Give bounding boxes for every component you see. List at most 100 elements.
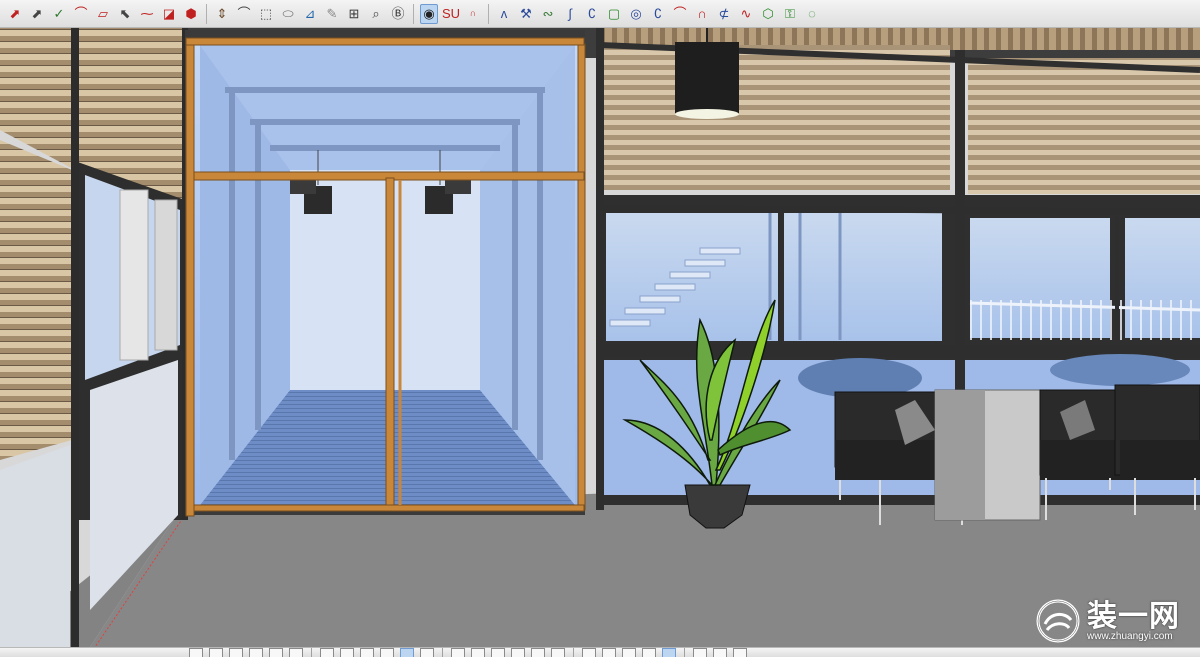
bottom-tool-1-button[interactable] bbox=[189, 648, 203, 657]
eraser-tool-button[interactable]: ⬢ bbox=[182, 4, 200, 24]
bottom-tool-22-button[interactable] bbox=[642, 648, 656, 657]
wrench-tool-button[interactable]: ⬡ bbox=[759, 4, 777, 24]
bottom-tool-19-button[interactable] bbox=[582, 648, 596, 657]
toolbar-separator bbox=[413, 3, 414, 24]
select-tool-icon: ⬈ bbox=[9, 6, 21, 21]
bottom-tool-14-button[interactable] bbox=[471, 648, 485, 657]
spline-tool-icon: ∾ bbox=[542, 6, 554, 21]
text-tool-icon: ◉ bbox=[423, 6, 435, 21]
outdoor-sofa-2 bbox=[1050, 354, 1190, 386]
lasso-tool-button[interactable]: ⚿ bbox=[781, 4, 799, 24]
freehand-tool-button[interactable]: ✓ bbox=[50, 4, 68, 24]
protractor-tool-icon: Ⓑ bbox=[391, 6, 405, 21]
zigzag-tool-icon: ⊄ bbox=[718, 6, 730, 21]
follow-me-tool-button[interactable]: ⬚ bbox=[257, 4, 275, 24]
ellipse-tool-button[interactable]: ◎ bbox=[627, 4, 645, 24]
paint-bucket-tool-button[interactable]: ⇕ bbox=[213, 4, 231, 24]
bottom-tool-11-button[interactable] bbox=[400, 648, 414, 657]
offset-tool-icon: ⬭ bbox=[282, 6, 294, 21]
offset-tool-button[interactable]: ⬭ bbox=[279, 4, 297, 24]
triangle-tool-button[interactable]: ◌ bbox=[803, 4, 821, 24]
watermark-logo-icon bbox=[1036, 599, 1080, 643]
lasso-tool-icon: ⚿ bbox=[785, 6, 795, 21]
rectangle-tool-button[interactable]: ▱ bbox=[94, 4, 112, 24]
text-tool-button[interactable]: ◉ bbox=[420, 3, 438, 24]
tape-measure-tool-button[interactable]: ⌕ bbox=[367, 4, 385, 24]
polyline-tool-icon: ⚒ bbox=[520, 6, 532, 21]
bottom-tool-13-button[interactable] bbox=[451, 648, 465, 657]
rotate-tool-icon: ✎ bbox=[326, 6, 338, 21]
triangle-tool-icon: ◌ bbox=[808, 6, 816, 21]
bezier-curve-tool-button[interactable]: ᴧ bbox=[495, 4, 513, 24]
bottom-tool-18-button[interactable] bbox=[551, 648, 565, 657]
sketchup-logo-tool-button[interactable]: SU bbox=[442, 4, 460, 24]
arc-4-tool-button[interactable]: ∩ bbox=[693, 4, 711, 24]
bottom-tool-7-button[interactable] bbox=[320, 648, 334, 657]
bottom-tool-3-button[interactable] bbox=[229, 648, 243, 657]
bottom-tool-16-button[interactable] bbox=[511, 648, 525, 657]
bottom-tool-8-button[interactable] bbox=[340, 648, 354, 657]
bottom-tool-24-button[interactable] bbox=[693, 648, 707, 657]
arc-curve-tool-button[interactable]: ∫ bbox=[561, 4, 579, 24]
su-plugin-tool-button[interactable]: ∩ bbox=[464, 4, 482, 24]
arc-3-tool-icon: ⌒ bbox=[673, 6, 687, 21]
toolbar-separator bbox=[573, 648, 574, 657]
toolbar-separator bbox=[311, 648, 312, 657]
left-curtain-1 bbox=[119, 189, 149, 361]
move-tool-button[interactable]: ⊿ bbox=[301, 4, 319, 24]
arc-tool-button[interactable]: ⌒ bbox=[72, 4, 90, 24]
bottom-tool-5-button[interactable] bbox=[269, 648, 283, 657]
toolbar-separator bbox=[442, 648, 443, 657]
protractor-tool-button[interactable]: Ⓑ bbox=[389, 4, 407, 24]
bottom-tool-2-button[interactable] bbox=[209, 648, 223, 657]
spline-tool-button[interactable]: ∾ bbox=[539, 4, 557, 24]
side-table bbox=[934, 389, 1041, 521]
bottom-tool-10-button[interactable] bbox=[380, 648, 394, 657]
arc-curve-tool-icon: ∫ bbox=[568, 6, 572, 21]
watermark-url: www.zhuangyi.com bbox=[1087, 630, 1173, 642]
scale-tool-icon: ⊞ bbox=[348, 6, 360, 21]
bottom-tool-17-button[interactable] bbox=[531, 648, 545, 657]
main-toolbar: ⬈ ⬈ ✓ ⌒ ▱ ⬉ ⁓ ◪ ⬢ ⇕ ⌒ ⬚ ⬭ ⊿ ✎ ⊞ ⌕ Ⓑ ◉ SU ∩ ᴧ ⚒ ∾ ∫ ∁ ▢ ◎ ∁ ⌒ ∩ ⊄ ∿ ⬡ ⚿ ◌ bbox=[0, 0, 1200, 28]
rectangle-tool-icon: ▱ bbox=[98, 6, 108, 21]
bottom-tool-6-button[interactable] bbox=[289, 648, 303, 657]
polyline-tool-button[interactable]: ⚒ bbox=[517, 4, 535, 24]
arc-2-tool-button[interactable]: ∁ bbox=[649, 4, 667, 24]
bottom-tool-9-button[interactable] bbox=[360, 648, 374, 657]
rotated-rectangle-tool-button[interactable]: ⬉ bbox=[116, 4, 134, 24]
line-tool-button[interactable]: ⬈ bbox=[28, 4, 46, 24]
polygon-curve-tool-icon: ∿ bbox=[740, 6, 752, 21]
bottom-tool-26-button[interactable] bbox=[733, 648, 747, 657]
circle-curve-tool-icon: ∁ bbox=[587, 6, 597, 21]
su-plugin-tool-icon: ∩ bbox=[469, 8, 477, 18]
polygon-tool-button[interactable]: ◪ bbox=[160, 4, 178, 24]
push-pull-tool-button[interactable]: ⌒ bbox=[235, 4, 253, 24]
toolbar-separator bbox=[206, 3, 207, 24]
circle-curve-tool-button[interactable]: ∁ bbox=[583, 4, 601, 24]
toolbar-separator bbox=[488, 3, 489, 24]
left-lower-glass-2 bbox=[0, 445, 70, 647]
zigzag-tool-button[interactable]: ⊄ bbox=[715, 4, 733, 24]
bottom-tool-21-button[interactable] bbox=[622, 648, 636, 657]
bottom-tool-20-button[interactable] bbox=[602, 648, 616, 657]
arc-3-tool-button[interactable]: ⌒ bbox=[671, 4, 689, 24]
bottom-tool-23-button[interactable] bbox=[662, 648, 676, 657]
rectangle-curve-tool-button[interactable]: ▢ bbox=[605, 4, 623, 24]
modeling-viewport[interactable] bbox=[0, 28, 1200, 647]
rotated-rectangle-tool-icon: ⬉ bbox=[119, 6, 131, 21]
polygon-tool-icon: ◪ bbox=[162, 6, 176, 21]
rotate-tool-button[interactable]: ✎ bbox=[323, 4, 341, 24]
polygon-curve-tool-button[interactable]: ∿ bbox=[737, 4, 755, 24]
circle-tool-button[interactable]: ⁓ bbox=[138, 4, 156, 24]
bottom-toolbar bbox=[0, 647, 1200, 657]
arc-2-tool-icon: ∁ bbox=[653, 6, 663, 21]
select-tool-button[interactable]: ⬈ bbox=[6, 4, 24, 24]
rectangle-curve-tool-icon: ▢ bbox=[607, 6, 621, 21]
bottom-tool-15-button[interactable] bbox=[491, 648, 505, 657]
bottom-tool-4-button[interactable] bbox=[249, 648, 263, 657]
right-window-glass-2 bbox=[784, 213, 942, 341]
bottom-tool-12-button[interactable] bbox=[420, 648, 434, 657]
bottom-tool-25-button[interactable] bbox=[713, 648, 727, 657]
line-tool-icon: ⬈ bbox=[31, 6, 43, 21]
scale-tool-button[interactable]: ⊞ bbox=[345, 4, 363, 24]
